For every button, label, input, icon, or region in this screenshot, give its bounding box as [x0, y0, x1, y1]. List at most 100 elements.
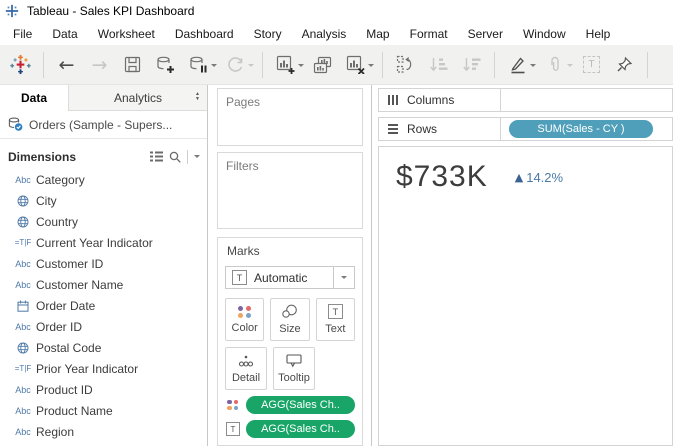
fix-axes-icon[interactable]	[608, 50, 641, 80]
menu-format[interactable]: Format	[400, 24, 458, 44]
menu-server[interactable]: Server	[458, 24, 513, 44]
data-source-item[interactable]: Orders (Sample - Supers...	[0, 111, 207, 139]
globe-icon	[10, 216, 36, 228]
delta-up-icon: ▲	[515, 171, 523, 184]
columns-icon	[388, 95, 398, 105]
marks-card: Marks T Automatic Color	[217, 237, 363, 446]
toolbar-divider	[43, 52, 44, 78]
field-product-id[interactable]: AbcProduct ID	[0, 379, 207, 400]
tableau-logo-icon[interactable]	[4, 50, 37, 80]
filters-shelf[interactable]: Filters	[217, 152, 363, 229]
sort-descending-icon[interactable]	[455, 50, 488, 80]
columns-label-text: Columns	[407, 93, 454, 107]
tab-data[interactable]: Data	[0, 85, 68, 111]
kpi-delta: ▲ 14.2%	[515, 170, 563, 185]
text-icon: T	[225, 422, 241, 436]
group-members-caret-icon	[567, 64, 573, 70]
menu-story[interactable]: Story	[244, 24, 292, 44]
marks-pill-text[interactable]: AGG(Sales Ch..	[246, 420, 355, 438]
menu-worksheet[interactable]: Worksheet	[88, 24, 165, 44]
boolean-calc-icon: =T|F	[10, 364, 36, 373]
dimensions-menu-caret-icon[interactable]	[194, 155, 200, 161]
field-order-date[interactable]: Order Date	[0, 295, 207, 316]
menu-window[interactable]: Window	[513, 24, 576, 44]
swap-rows-columns-icon[interactable]	[389, 50, 422, 80]
text-button[interactable]: T Text	[316, 298, 355, 341]
search-icon[interactable]	[169, 151, 181, 163]
clear-sheet-caret-icon[interactable]	[368, 64, 374, 70]
text-mark-icon: T	[232, 270, 247, 285]
size-icon	[281, 304, 298, 319]
field-category[interactable]: AbcCategory	[0, 169, 207, 190]
field-prior-year-indicator[interactable]: =T|FPrior Year Indicator	[0, 358, 207, 379]
title-bar: Tableau - Sales KPI Dashboard	[0, 0, 673, 22]
field-order-id[interactable]: AbcOrder ID	[0, 316, 207, 337]
toolbar-divider	[382, 52, 383, 78]
rows-pill-sum-sales-cy[interactable]: SUM(Sales - CY )	[509, 120, 653, 138]
abc-icon: Abc	[10, 280, 36, 290]
color-button[interactable]: Color	[225, 298, 264, 341]
field-city[interactable]: City	[0, 190, 207, 211]
field-customer-id[interactable]: AbcCustomer ID	[0, 253, 207, 274]
toolbar-divider	[647, 52, 648, 78]
new-data-source-icon[interactable]	[149, 50, 182, 80]
marks-pill-color[interactable]: AGG(Sales Ch..	[246, 396, 355, 414]
text-icon: T	[328, 304, 343, 319]
menu-file[interactable]: File	[3, 24, 42, 44]
tableau-window: Tableau - Sales KPI Dashboard File Data …	[0, 0, 673, 446]
columns-shelf[interactable]: Columns	[378, 88, 673, 112]
rows-icon	[388, 124, 398, 134]
mark-type-dropdown[interactable]: T Automatic	[225, 266, 355, 289]
pages-shelf[interactable]: Pages	[217, 88, 363, 146]
menu-analysis[interactable]: Analysis	[292, 24, 357, 44]
tooltip-button[interactable]: Tooltip	[273, 347, 315, 390]
filters-label: Filters	[218, 153, 362, 173]
menu-dashboard[interactable]: Dashboard	[165, 24, 244, 44]
dimensions-title: Dimensions	[8, 150, 150, 164]
sort-ascending-icon[interactable]	[422, 50, 455, 80]
data-source-icon	[8, 117, 23, 132]
field-product-name[interactable]: AbcProduct Name	[0, 400, 207, 421]
view-list-icon[interactable]	[150, 151, 163, 162]
menu-help[interactable]: Help	[576, 24, 621, 44]
save-icon[interactable]	[116, 50, 149, 80]
data-pane-tabs: Data Analytics ▲▼	[0, 85, 207, 111]
menu-data[interactable]: Data	[42, 24, 87, 44]
duplicate-sheet-icon[interactable]	[306, 50, 339, 80]
new-worksheet-caret-icon[interactable]	[298, 64, 304, 70]
kpi-value: $733K	[396, 160, 488, 194]
forward-icon[interactable]: →	[83, 50, 116, 80]
rows-label-text: Rows	[407, 122, 437, 136]
toolbar-divider	[262, 52, 263, 78]
worksheet-view[interactable]: $733K ▲ 14.2%	[378, 146, 673, 446]
abc-icon: Abc	[10, 406, 36, 416]
show-mark-labels-icon[interactable]: T	[575, 50, 608, 80]
field-postal-code[interactable]: Postal Code	[0, 337, 207, 358]
highlight-caret-icon[interactable]	[530, 64, 536, 70]
run-auto-updates-caret-icon	[248, 64, 254, 70]
delta-value: 14.2%	[526, 170, 563, 185]
marks-label: Marks	[225, 244, 355, 258]
size-button[interactable]: Size	[270, 298, 309, 341]
tooltip-icon	[286, 354, 302, 368]
toolbar-divider	[494, 52, 495, 78]
pause-auto-updates-caret-icon[interactable]	[211, 64, 217, 70]
back-icon[interactable]: ←	[50, 50, 83, 80]
columns-shelf-label: Columns	[379, 89, 501, 111]
menu-bar: File Data Worksheet Dashboard Story Anal…	[0, 22, 673, 45]
kpi-row: $733K ▲ 14.2%	[396, 160, 672, 194]
detail-button[interactable]: Detail	[225, 347, 267, 390]
field-region[interactable]: AbcRegion	[0, 421, 207, 442]
calendar-icon	[10, 300, 36, 312]
color-icon	[238, 306, 252, 318]
pane-expand-icon[interactable]: ▲▼	[195, 92, 200, 102]
tab-analytics[interactable]: Analytics ▲▼	[68, 85, 207, 111]
globe-icon	[10, 195, 36, 207]
field-country[interactable]: Country	[0, 211, 207, 232]
rows-shelf[interactable]: Rows SUM(Sales - CY )	[378, 117, 673, 141]
abc-icon: Abc	[10, 427, 36, 437]
field-customer-name[interactable]: AbcCustomer Name	[0, 274, 207, 295]
field-current-year-indicator[interactable]: =T|FCurrent Year Indicator	[0, 232, 207, 253]
menu-map[interactable]: Map	[356, 24, 399, 44]
mark-type-caret-icon[interactable]	[333, 267, 354, 288]
